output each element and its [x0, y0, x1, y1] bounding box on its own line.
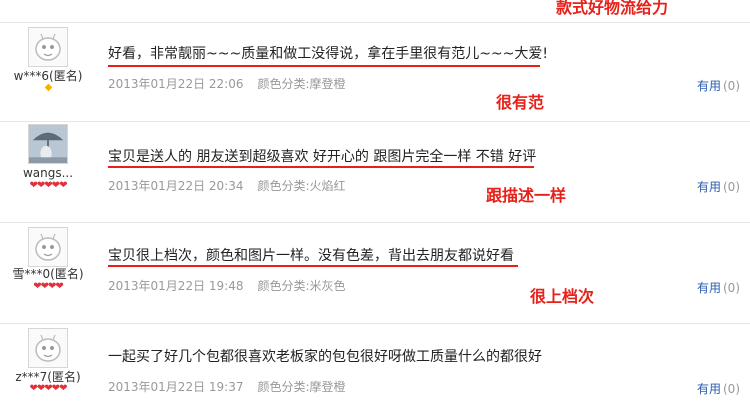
useful-button[interactable]: 有用: [697, 79, 721, 93]
avatar[interactable]: [28, 328, 68, 368]
diamond-icon: ◆: [44, 82, 53, 93]
review-date: 2013年01月22日 22:06: [108, 77, 244, 91]
review-item: z***7(匿名) ❤❤❤❤❤ 一起买了好几个包都很喜欢老板家的包包很好呀做工质…: [0, 324, 750, 414]
review-color: 颜色分类:火焰红: [257, 179, 346, 193]
review-date: 2013年01月22日 20:34: [108, 179, 244, 193]
umbrella-photo-avatar-icon: [29, 125, 67, 163]
useful-button[interactable]: 有用: [697, 382, 721, 396]
default-avatar-icon: [35, 33, 61, 61]
annotation: 很上档次: [530, 287, 595, 306]
useful-count: (0): [723, 79, 740, 93]
review-meta: 2013年01月22日 19:48 颜色分类:米灰色: [108, 277, 360, 294]
review-meta: 2013年01月22日 20:34 颜色分类:火焰红: [108, 177, 360, 194]
annotation: 很有范: [496, 93, 545, 112]
review-content: 宝贝是送人的 朋友送到超级喜欢 好开心的 跟图片完全一样 不错 好评: [108, 149, 537, 165]
useful-vote: 有用 (0): [697, 380, 740, 397]
review-color: 颜色分类:摩登橙: [257, 380, 346, 394]
review-color: 颜色分类:米灰色: [257, 279, 346, 293]
review-color: 颜色分类:摩登橙: [257, 77, 346, 91]
review-item: 雪***0(匿名) ❤❤❤❤ 宝贝很上档次，颜色和图片一样。没有色差，背出去朋友…: [0, 223, 750, 324]
useful-count: (0): [723, 382, 740, 396]
review-date: 2013年01月22日 19:37: [108, 380, 244, 394]
username[interactable]: 雪***0(匿名): [0, 265, 96, 282]
useful-vote: 有用 (0): [697, 178, 740, 195]
username[interactable]: wangs...: [0, 166, 96, 180]
useful-count: (0): [723, 180, 740, 194]
useful-vote: 有用 (0): [697, 279, 740, 296]
useful-count: (0): [723, 281, 740, 295]
useful-vote: 有用 (0): [697, 77, 740, 94]
avatar[interactable]: [28, 227, 68, 267]
heart-icon: ❤❤❤❤❤: [29, 383, 68, 394]
avatar[interactable]: [28, 27, 68, 67]
review-date: 2013年01月22日 19:48: [108, 279, 244, 293]
review-content: 好看，非常靓丽~~~质量和做工没得说，拿在手里很有范儿~~~大爱!: [108, 46, 548, 62]
review-meta: 2013年01月22日 22:06 颜色分类:摩登橙: [108, 75, 360, 92]
annotation-top: 款式好物流给力: [556, 0, 669, 17]
heart-icon: ❤❤❤❤: [33, 281, 64, 292]
review-content: 一起买了好几个包都很喜欢老板家的包包很好呀做工质量什么的都很好: [108, 349, 542, 365]
annotation: 跟描述一样: [486, 186, 567, 205]
review-meta: 2013年01月22日 19:37 颜色分类:摩登橙: [108, 378, 360, 395]
highlight-underline: [108, 65, 540, 67]
highlight-underline: [108, 166, 534, 168]
useful-button[interactable]: 有用: [697, 281, 721, 295]
default-avatar-icon: [35, 233, 61, 261]
avatar[interactable]: [28, 124, 68, 164]
review-item: wangs... ❤❤❤❤❤ 宝贝是送人的 朋友送到超级喜欢 好开心的 跟图片完…: [0, 122, 750, 223]
highlight-underline: [108, 265, 518, 267]
heart-icon: ❤❤❤❤❤: [29, 180, 68, 191]
review-item: w***6(匿名) ◆ 好看，非常靓丽~~~质量和做工没得说，拿在手里很有范儿~…: [0, 23, 750, 122]
default-avatar-icon: [35, 334, 61, 362]
review-content: 宝贝很上档次，颜色和图片一样。没有色差，背出去朋友都说好看: [108, 248, 514, 264]
useful-button[interactable]: 有用: [697, 180, 721, 194]
